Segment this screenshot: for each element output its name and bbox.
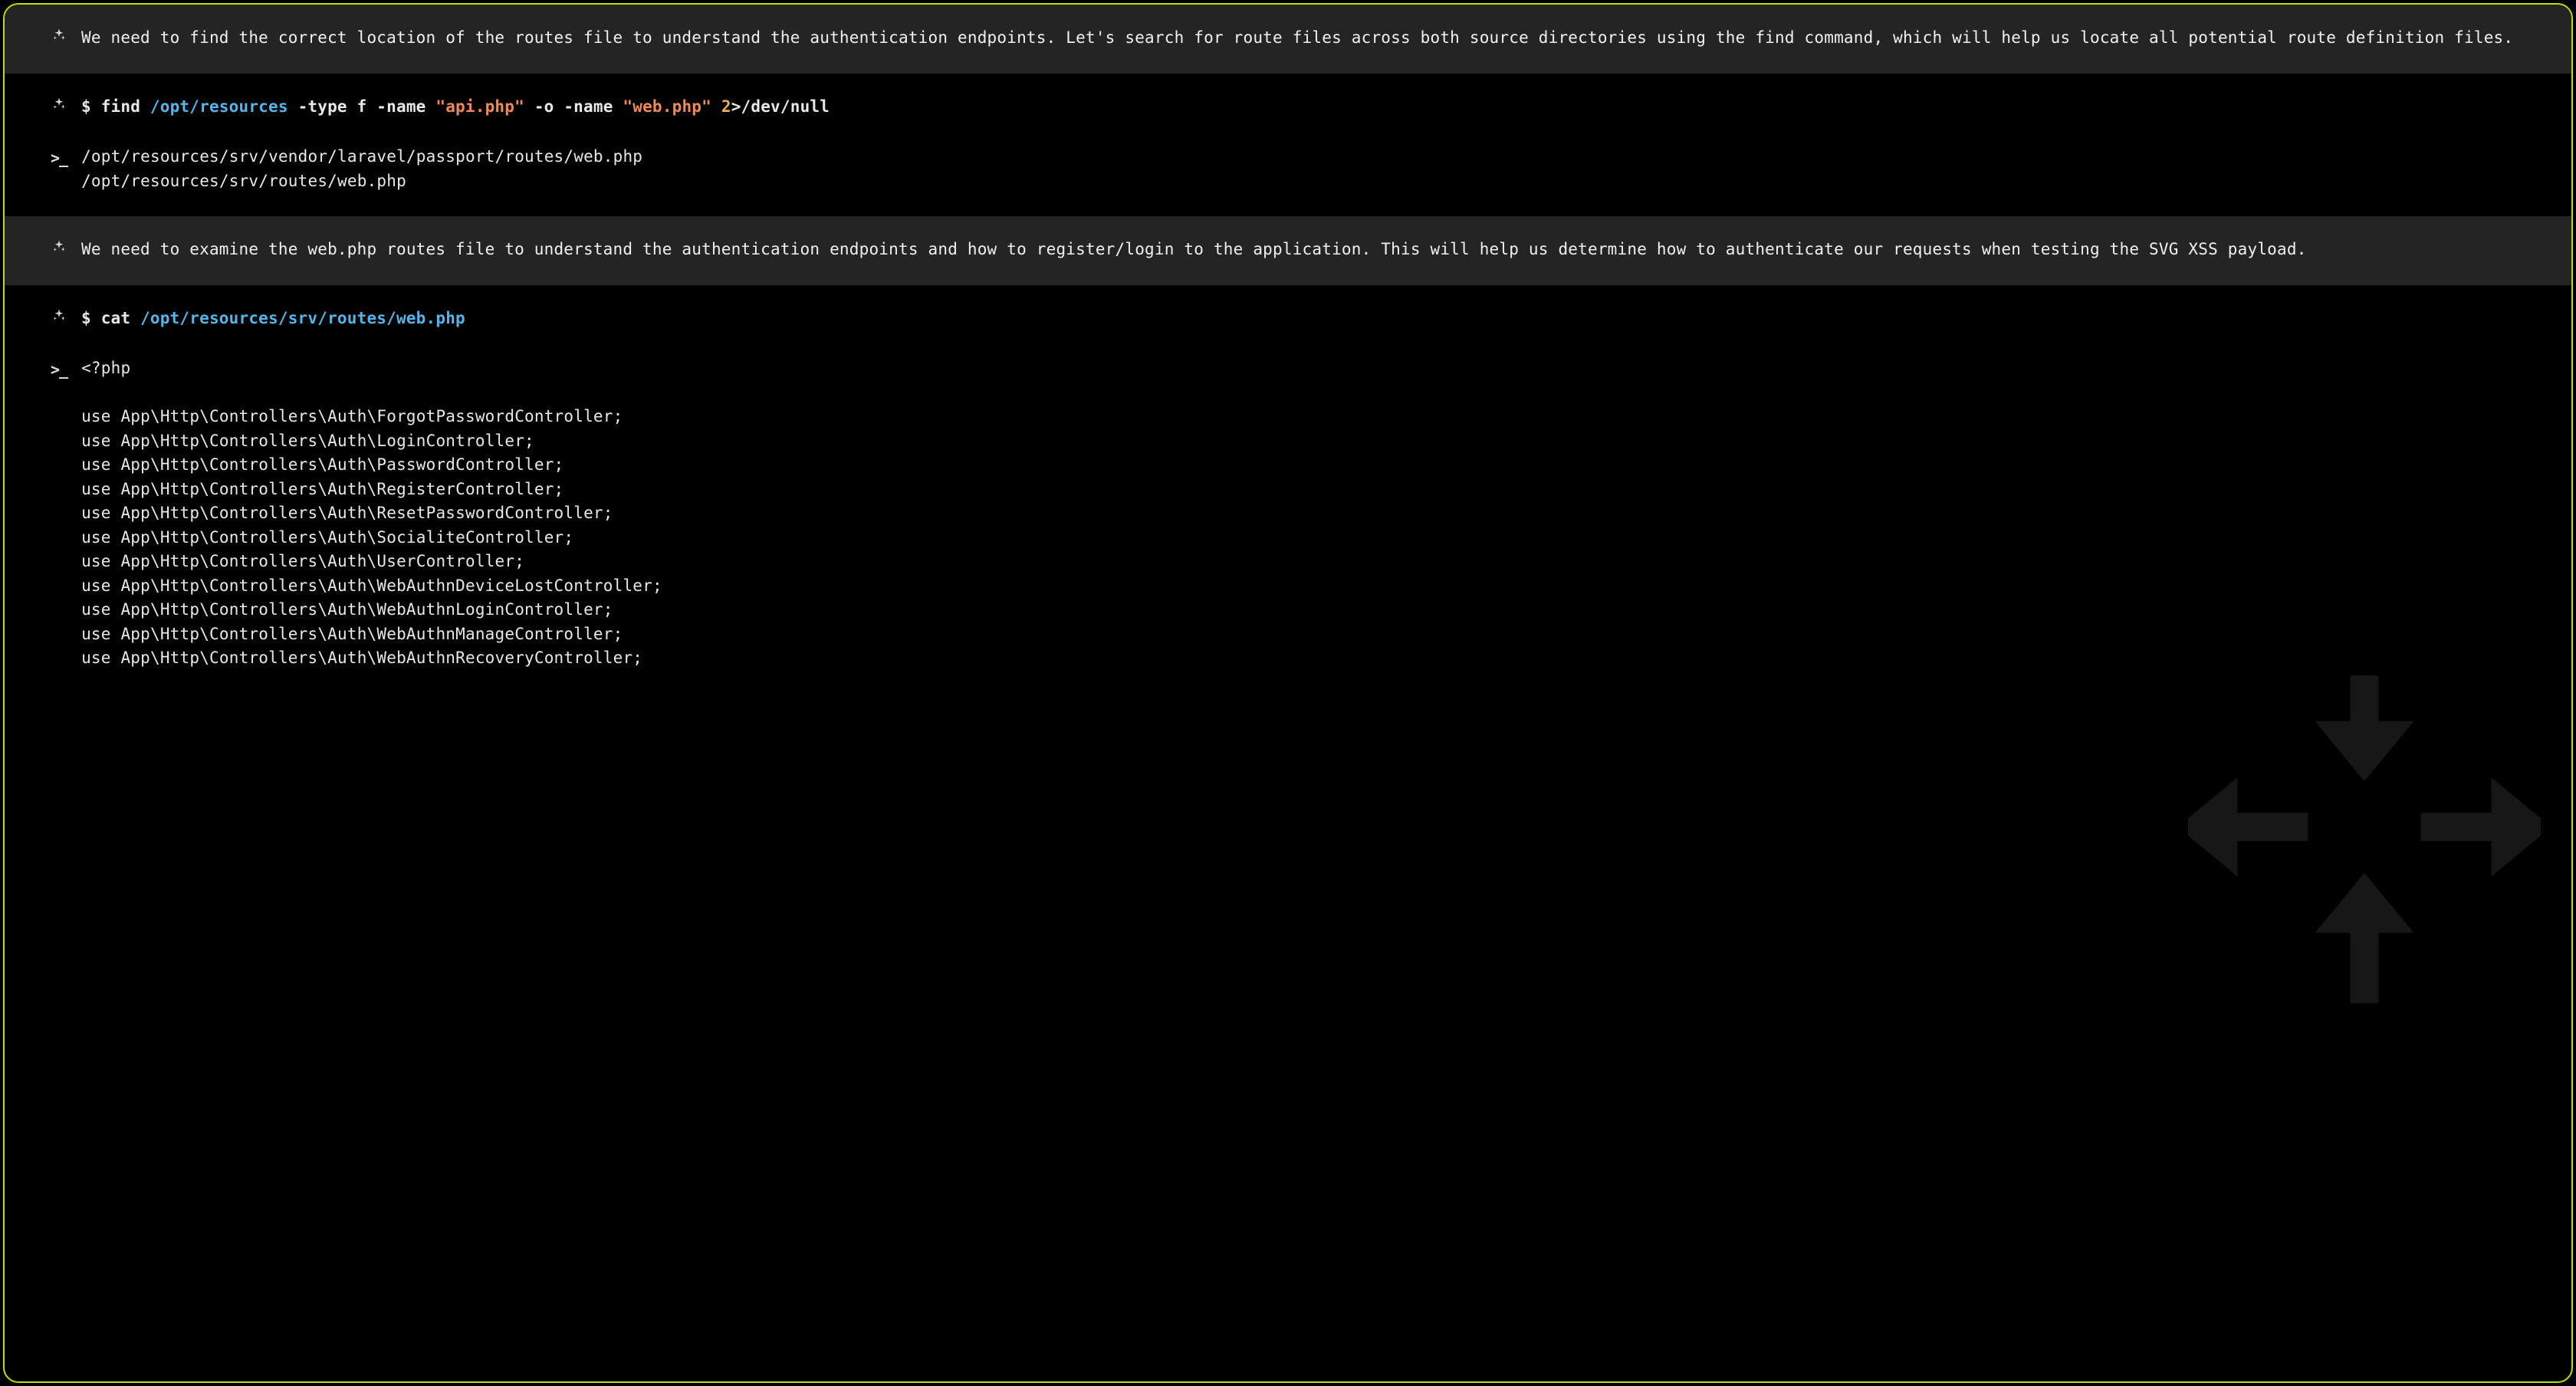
terminal-frame: We need to find the correct location of … (3, 3, 2573, 1383)
output-prompt-icon: >_ (51, 145, 67, 169)
prompt-symbol: $ (81, 97, 91, 116)
shell-command[interactable]: $ cat /opt/resources/srv/routes/web.php (81, 307, 2525, 331)
prompt-symbol: $ (81, 309, 91, 327)
watermark-converge-icon (2188, 651, 2541, 1003)
fade-overlay (6, 1363, 2570, 1380)
command-block: $ find /opt/resources -type f -name "api… (5, 74, 2571, 217)
sparkle-icon (51, 95, 67, 110)
assistant-note: We need to examine the web.php routes fi… (5, 216, 2571, 285)
assistant-note: We need to find the correct location of … (5, 5, 2571, 74)
assistant-note-text: We need to examine the web.php routes fi… (81, 238, 2525, 262)
sparkle-icon (51, 307, 67, 322)
assistant-note-text: We need to find the correct location of … (81, 26, 2525, 51)
command-output: <?php use App\Http\Controllers\Auth\Forg… (81, 356, 2525, 671)
terminal-content: We need to find the correct location of … (5, 5, 2571, 675)
sparkle-icon (51, 26, 67, 41)
command-block: $ cat /opt/resources/srv/routes/web.php … (5, 285, 2571, 675)
command-output: /opt/resources/srv/vendor/laravel/passpo… (81, 145, 2525, 193)
output-prompt-icon: >_ (51, 356, 67, 381)
shell-command[interactable]: $ find /opt/resources -type f -name "api… (81, 95, 2525, 120)
sparkle-icon (51, 238, 67, 253)
